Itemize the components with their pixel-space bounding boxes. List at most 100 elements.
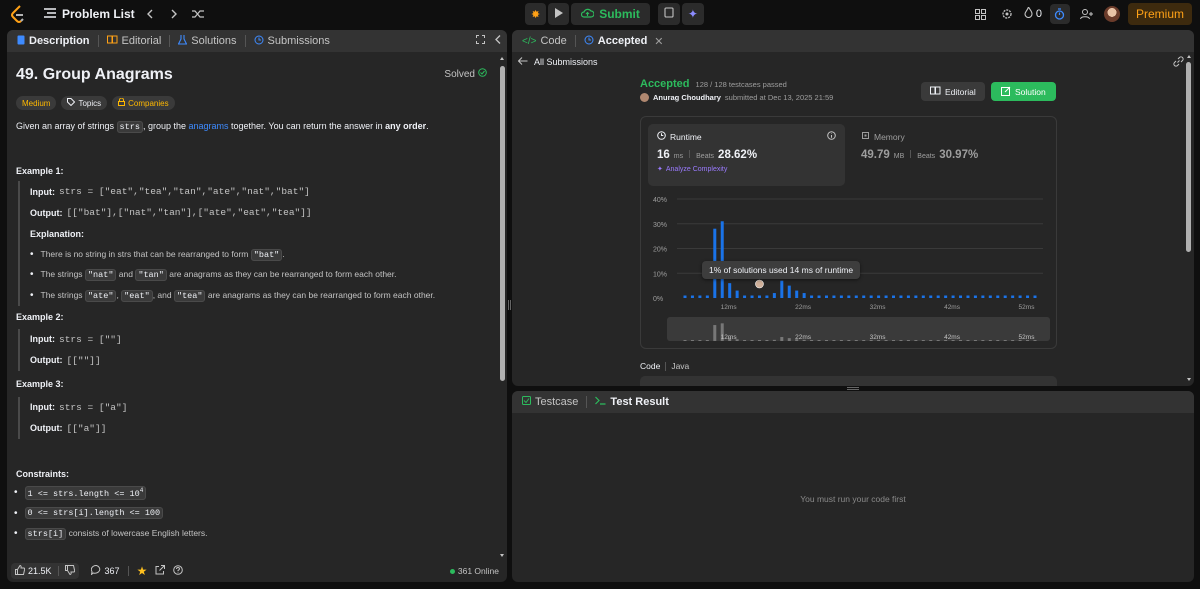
star-icon[interactable]: ★ xyxy=(137,564,148,578)
scrollbar-thumb[interactable] xyxy=(1186,62,1191,252)
tab-solutions[interactable]: Solutions xyxy=(174,34,240,48)
y-tick-label: 0% xyxy=(653,296,663,303)
share-icon[interactable] xyxy=(155,565,166,577)
author-avatar[interactable] xyxy=(640,93,649,102)
scrollbar-thumb[interactable] xyxy=(500,66,505,381)
memory-beats: 30.97% xyxy=(939,149,979,161)
help-icon[interactable] xyxy=(173,565,184,577)
minimap-tick-label: 32ms xyxy=(870,334,887,341)
ai-assistant-button[interactable]: ✦ xyxy=(681,3,704,25)
explanation-text: are anagrams as they can be rearranged t… xyxy=(205,289,436,300)
explanation-text: There is no string in strs that can be r… xyxy=(40,248,251,259)
next-problem-icon[interactable] xyxy=(165,5,183,23)
collapse-panel-icon[interactable] xyxy=(495,35,501,47)
user-avatar[interactable] xyxy=(1103,6,1120,22)
minimap-bar xyxy=(966,340,970,341)
link-icon[interactable] xyxy=(1173,55,1184,69)
inline-code: strs[i] xyxy=(24,528,67,541)
thumbs-down-icon[interactable] xyxy=(64,565,75,577)
example-3-block: Input: strs = ["a"] Output: [["a"]] xyxy=(18,396,490,439)
analyze-complexity-link[interactable]: ✦ Analyze Complexity xyxy=(657,165,836,174)
statement-text: , group the xyxy=(142,121,189,131)
problem-list-button[interactable]: Problem List xyxy=(44,7,135,21)
anagrams-link[interactable]: anagrams xyxy=(189,121,229,131)
info-icon[interactable] xyxy=(827,131,836,142)
inline-code: "tan" xyxy=(135,269,167,282)
chart-bar xyxy=(877,295,881,298)
chart-bar xyxy=(899,295,903,298)
tab-code[interactable]: </> Code xyxy=(518,35,571,47)
memory-box[interactable]: Memory 49.79 MB Beats 30.97% xyxy=(855,124,1045,186)
notes-button[interactable] xyxy=(657,3,680,25)
like-button[interactable]: 21.5K xyxy=(11,563,79,579)
description-icon xyxy=(17,35,25,48)
chart-bar xyxy=(780,280,784,298)
tab-testcase[interactable]: Testcase xyxy=(518,396,582,408)
panel-splitter-vertical[interactable] xyxy=(508,300,511,310)
minimap-bar xyxy=(772,339,776,341)
thumbs-up-icon xyxy=(15,564,26,577)
testcases-passed: 128 / 128 testcases passed xyxy=(695,80,787,89)
output-value: [[""]] xyxy=(66,354,101,366)
author-name[interactable]: Anurag Choudhary xyxy=(653,93,721,102)
x-tick-label: 12ms xyxy=(721,304,738,311)
chart-bar xyxy=(795,290,799,298)
tab-description[interactable]: Description xyxy=(13,35,94,48)
book-icon xyxy=(930,86,941,97)
example-3-title: Example 3: xyxy=(16,378,64,389)
companies-label: Companies xyxy=(128,98,169,108)
close-tab-icon[interactable]: ✕ xyxy=(654,35,663,48)
chart-bar xyxy=(690,295,694,298)
runtime-value: 16 xyxy=(657,149,670,161)
analyze-label: Analyze Complexity xyxy=(665,165,728,173)
run-button[interactable] xyxy=(548,3,570,25)
y-tick-label: 40% xyxy=(653,197,667,204)
description-scrollbar[interactable] xyxy=(499,54,505,560)
tab-editorial[interactable]: Editorial xyxy=(103,35,166,47)
comments-button[interactable]: 367 xyxy=(90,564,120,577)
settings-gear-icon[interactable] xyxy=(998,5,1016,23)
shuffle-icon[interactable] xyxy=(189,5,207,23)
prev-problem-icon[interactable] xyxy=(141,5,159,23)
code-block-top xyxy=(640,376,1057,386)
editorial-button[interactable]: Editorial xyxy=(921,82,985,101)
inline-code: "tea" xyxy=(173,289,206,302)
leetcode-logo-icon[interactable] xyxy=(8,4,28,24)
solution-button[interactable]: Solution xyxy=(991,82,1056,101)
minimap-bar xyxy=(988,340,992,341)
premium-button[interactable]: Premium xyxy=(1127,3,1192,25)
flame-icon xyxy=(1024,5,1033,21)
back-arrow-icon[interactable] xyxy=(517,57,528,67)
chart-bar xyxy=(966,295,970,298)
companies-tag[interactable]: Companies xyxy=(112,96,175,110)
output-value: [["a"]] xyxy=(66,422,107,434)
example-3-input: Input: strs = ["a"] xyxy=(30,397,490,418)
bug-icon: ✸ xyxy=(531,8,541,21)
explanation-text: The strings xyxy=(40,289,85,300)
chart-bar xyxy=(832,295,836,298)
add-friend-icon[interactable] xyxy=(1078,5,1096,23)
runtime-box[interactable]: Runtime 16 ms Beats 28.62% ✦ Analyze Com… xyxy=(648,124,845,186)
status-text: Accepted xyxy=(640,78,690,90)
tab-divider xyxy=(244,35,246,47)
topics-tag[interactable]: Topics xyxy=(61,96,108,110)
problem-title: 49. Group Anagrams xyxy=(16,66,173,83)
chart-bar xyxy=(750,295,754,298)
maximize-icon[interactable] xyxy=(476,35,485,47)
history-icon xyxy=(254,35,264,48)
example-1-title: Example 1: xyxy=(16,165,64,176)
streak-counter[interactable]: 0 xyxy=(1024,5,1042,23)
debug-button[interactable]: ✸ xyxy=(525,3,547,25)
submit-button[interactable]: Submit xyxy=(571,3,650,25)
description-panel: Description Editorial Solutions Submissi… xyxy=(7,30,507,582)
tab-accepted[interactable]: Accepted ✕ xyxy=(580,35,668,48)
tab-submissions[interactable]: Submissions xyxy=(250,35,334,48)
panel-splitter-horizontal[interactable] xyxy=(847,387,859,390)
tab-test-result[interactable]: Test Result xyxy=(591,396,672,408)
timer-icon[interactable] xyxy=(1049,4,1070,24)
layout-icon[interactable] xyxy=(972,5,990,23)
all-submissions-link[interactable]: All Submissions xyxy=(534,57,598,67)
submission-scrollbar[interactable] xyxy=(1186,52,1192,384)
constraint-item: strs[i] consists of lowercase English le… xyxy=(14,524,490,545)
chart-bar xyxy=(951,295,955,298)
